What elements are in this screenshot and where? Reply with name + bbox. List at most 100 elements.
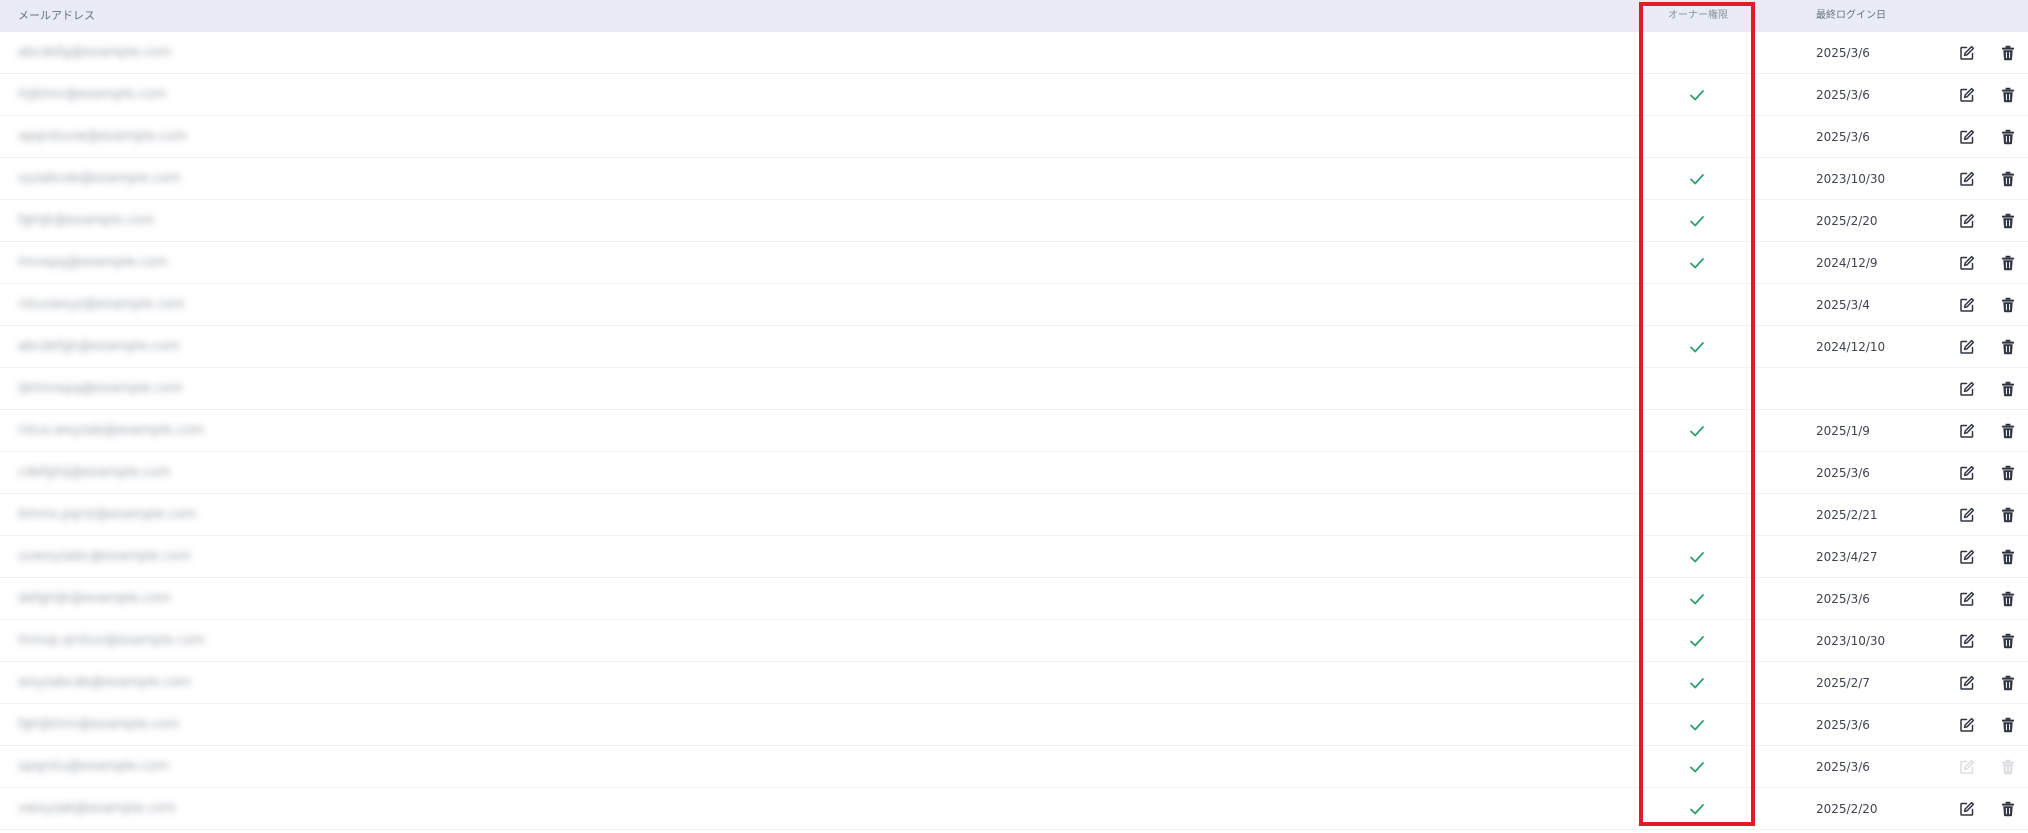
last-login-cell: 2025/2/20 bbox=[1816, 214, 1878, 228]
trash-icon[interactable] bbox=[1999, 506, 2017, 524]
email-cell: abcdefg@example.com bbox=[18, 45, 172, 60]
column-header-email[interactable]: メールアドレス bbox=[18, 0, 95, 32]
trash-icon[interactable] bbox=[1999, 590, 2017, 608]
check-icon bbox=[1686, 254, 1708, 272]
last-login-cell: 2025/3/6 bbox=[1816, 760, 1870, 774]
edit-icon bbox=[1958, 758, 1976, 776]
check-icon bbox=[1686, 590, 1708, 608]
table-body: abcdefg@example.com 2025/3/6 hijklmn@exam… bbox=[0, 32, 2028, 830]
email-cell: hijklmn@example.com bbox=[18, 87, 167, 102]
edit-icon[interactable] bbox=[1958, 716, 1976, 734]
table-row: wxyzabcde@example.com 2025/2/7 bbox=[0, 662, 2028, 704]
table-row: vwxyzab@example.com 2025/2/20 bbox=[0, 788, 2028, 830]
email-cell: rstuv.wxyzab@example.com bbox=[18, 423, 205, 438]
email-cell: abcdefgh@example.com bbox=[18, 339, 180, 354]
edit-icon[interactable] bbox=[1958, 380, 1976, 398]
check-icon bbox=[1686, 632, 1708, 650]
email-cell: cdefghij@example.com bbox=[18, 465, 171, 480]
check-icon bbox=[1686, 716, 1708, 734]
edit-icon[interactable] bbox=[1958, 464, 1976, 482]
trash-icon bbox=[1999, 758, 2017, 776]
table-row: hijklmn@example.com 2025/3/6 bbox=[0, 74, 2028, 116]
edit-icon[interactable] bbox=[1958, 632, 1976, 650]
trash-icon[interactable] bbox=[1999, 800, 2017, 818]
trash-icon[interactable] bbox=[1999, 338, 2017, 356]
trash-icon[interactable] bbox=[1999, 296, 2017, 314]
last-login-cell: 2025/2/20 bbox=[1816, 802, 1878, 816]
edit-icon[interactable] bbox=[1958, 506, 1976, 524]
column-header-last-login[interactable]: 最終ログイン日 bbox=[1816, 0, 1886, 32]
column-header-owner[interactable]: オーナー権限 bbox=[1668, 0, 1728, 32]
email-cell: uvwxyzabc@example.com bbox=[18, 549, 191, 564]
trash-icon[interactable] bbox=[1999, 380, 2017, 398]
edit-icon[interactable] bbox=[1958, 590, 1976, 608]
table-row: rstuvwxyz@example.com 2025/3/4 bbox=[0, 284, 2028, 326]
check-icon bbox=[1686, 170, 1708, 188]
table-row: fghijk@example.com 2025/2/20 bbox=[0, 200, 2028, 242]
edit-icon[interactable] bbox=[1958, 128, 1976, 146]
email-cell: klmno.pqrst@example.com bbox=[18, 507, 197, 522]
table-row: ijklmnopq@example.com bbox=[0, 368, 2028, 410]
edit-icon[interactable] bbox=[1958, 254, 1976, 272]
last-login-cell: 2023/10/30 bbox=[1816, 172, 1886, 186]
email-cell: fghijklmn@example.com bbox=[18, 717, 180, 732]
edit-icon[interactable] bbox=[1958, 548, 1976, 566]
table-header: メールアドレス オーナー権限 最終ログイン日 bbox=[0, 0, 2028, 32]
edit-icon[interactable] bbox=[1958, 296, 1976, 314]
edit-icon[interactable] bbox=[1958, 338, 1976, 356]
check-icon bbox=[1686, 338, 1708, 356]
edit-icon[interactable] bbox=[1958, 44, 1976, 62]
trash-icon[interactable] bbox=[1999, 548, 2017, 566]
last-login-cell: 2025/2/21 bbox=[1816, 508, 1878, 522]
last-login-cell: 2025/2/7 bbox=[1816, 676, 1870, 690]
email-cell: opqrstu@example.com bbox=[18, 759, 169, 774]
edit-icon[interactable] bbox=[1958, 674, 1976, 692]
edit-icon[interactable] bbox=[1958, 170, 1976, 188]
edit-icon[interactable] bbox=[1958, 212, 1976, 230]
email-cell: lmnop.qrstuv@example.com bbox=[18, 633, 206, 648]
trash-icon[interactable] bbox=[1999, 632, 2017, 650]
trash-icon[interactable] bbox=[1999, 212, 2017, 230]
email-cell: defghijk@example.com bbox=[18, 591, 171, 606]
table-row: lmnop.qrstuv@example.com 2023/10/30 bbox=[0, 620, 2028, 662]
table-row: defghijk@example.com 2025/3/6 bbox=[0, 578, 2028, 620]
trash-icon[interactable] bbox=[1999, 44, 2017, 62]
trash-icon[interactable] bbox=[1999, 86, 2017, 104]
check-icon bbox=[1686, 212, 1708, 230]
table-row: lmnopq@example.com 2024/12/9 bbox=[0, 242, 2028, 284]
check-icon bbox=[1686, 422, 1708, 440]
email-cell: xyzabcde@example.com bbox=[18, 171, 181, 186]
email-cell: ijklmnopq@example.com bbox=[18, 381, 183, 396]
edit-icon[interactable] bbox=[1958, 422, 1976, 440]
edit-icon[interactable] bbox=[1958, 800, 1976, 818]
trash-icon[interactable] bbox=[1999, 674, 2017, 692]
last-login-cell: 2023/4/27 bbox=[1816, 550, 1878, 564]
table-row: klmno.pqrst@example.com 2025/2/21 bbox=[0, 494, 2028, 536]
table-row: fghijklmn@example.com 2025/3/6 bbox=[0, 704, 2028, 746]
table-row: xyzabcde@example.com 2023/10/30 bbox=[0, 158, 2028, 200]
last-login-cell: 2025/3/6 bbox=[1816, 88, 1870, 102]
check-icon bbox=[1686, 674, 1708, 692]
trash-icon[interactable] bbox=[1999, 464, 2017, 482]
trash-icon[interactable] bbox=[1999, 128, 2017, 146]
email-cell: wxyzabcde@example.com bbox=[18, 675, 192, 690]
email-cell: lmnopq@example.com bbox=[18, 255, 168, 270]
last-login-cell: 2025/3/6 bbox=[1816, 718, 1870, 732]
table-row: opqrstuvw@example.com 2025/3/6 bbox=[0, 116, 2028, 158]
trash-icon[interactable] bbox=[1999, 422, 2017, 440]
last-login-cell: 2025/3/6 bbox=[1816, 466, 1870, 480]
table-row: abcdefg@example.com 2025/3/6 bbox=[0, 32, 2028, 74]
trash-icon[interactable] bbox=[1999, 254, 2017, 272]
email-cell: opqrstuvw@example.com bbox=[18, 129, 188, 144]
check-icon bbox=[1686, 548, 1708, 566]
table-row: abcdefgh@example.com 2024/12/10 bbox=[0, 326, 2028, 368]
last-login-cell: 2025/3/6 bbox=[1816, 46, 1870, 60]
table-row: opqrstu@example.com 2025/3/6 bbox=[0, 746, 2028, 788]
trash-icon[interactable] bbox=[1999, 716, 2017, 734]
edit-icon[interactable] bbox=[1958, 86, 1976, 104]
check-icon bbox=[1686, 86, 1708, 104]
table-row: uvwxyzabc@example.com 2023/4/27 bbox=[0, 536, 2028, 578]
last-login-cell: 2023/10/30 bbox=[1816, 634, 1886, 648]
trash-icon[interactable] bbox=[1999, 170, 2017, 188]
member-table: メールアドレス オーナー権限 最終ログイン日 abcdefg@example.c… bbox=[0, 0, 2028, 830]
